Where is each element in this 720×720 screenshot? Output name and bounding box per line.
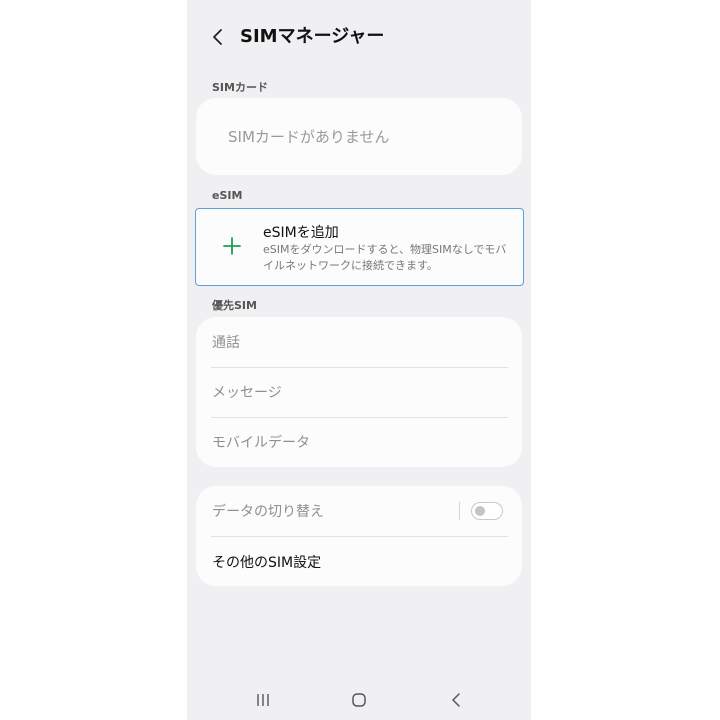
back-button[interactable]	[205, 24, 231, 50]
preferred-sim-messages-label: メッセージ	[212, 385, 282, 401]
plus-icon	[223, 237, 241, 255]
section-label-preferred-sim: 優先SIM	[212, 299, 257, 312]
phone-screen: SIMマネージャー SIMカード SIMカードがありません eSIM eSIMを…	[187, 0, 531, 720]
no-sim-card-text: SIMカードがありません	[228, 128, 390, 146]
preferred-sim-calls-label: 通話	[212, 335, 240, 351]
more-sim-settings-label: その他のSIM設定	[212, 555, 322, 571]
sim-card-panel: SIMカードがありません	[196, 98, 522, 175]
preferred-sim-mobile-data-label: モバイルデータ	[212, 435, 310, 451]
app-header: SIMマネージャー	[187, 18, 531, 56]
add-esim-button[interactable]: eSIMを追加 eSIMをダウンロードすると、物理SIMなしでモバイルネットワー…	[195, 208, 524, 286]
recents-icon	[257, 694, 269, 706]
preferred-sim-messages[interactable]: メッセージ	[196, 367, 522, 417]
page-title: SIMマネージャー	[240, 26, 385, 47]
vertical-divider	[459, 502, 460, 520]
section-label-sim-card: SIMカード	[212, 81, 268, 94]
chevron-left-icon	[213, 29, 222, 45]
other-settings-panel: データの切り替え その他のSIM設定	[196, 486, 522, 586]
preferred-sim-calls[interactable]: 通話	[196, 317, 522, 367]
recents-button[interactable]	[248, 688, 278, 712]
section-label-esim: eSIM	[212, 189, 243, 202]
home-button[interactable]	[344, 688, 374, 712]
data-switching-row: データの切り替え	[196, 486, 522, 536]
preferred-sim-panel: 通話 メッセージ モバイルデータ	[196, 317, 522, 467]
navigation-bar	[187, 680, 531, 720]
more-sim-settings-item[interactable]: その他のSIM設定	[196, 537, 522, 586]
back-icon	[452, 693, 460, 707]
toggle-knob	[475, 505, 485, 516]
data-switching-toggle[interactable]	[471, 502, 503, 520]
home-icon	[352, 693, 366, 707]
data-switching-label: データの切り替え	[212, 504, 324, 520]
nav-back-button[interactable]	[441, 688, 471, 712]
add-esim-description: eSIMをダウンロードすると、物理SIMなしでモバイルネットワークに接続できます…	[263, 243, 507, 272]
preferred-sim-mobile-data[interactable]: モバイルデータ	[196, 417, 522, 467]
add-esim-title: eSIMを追加	[263, 225, 339, 241]
